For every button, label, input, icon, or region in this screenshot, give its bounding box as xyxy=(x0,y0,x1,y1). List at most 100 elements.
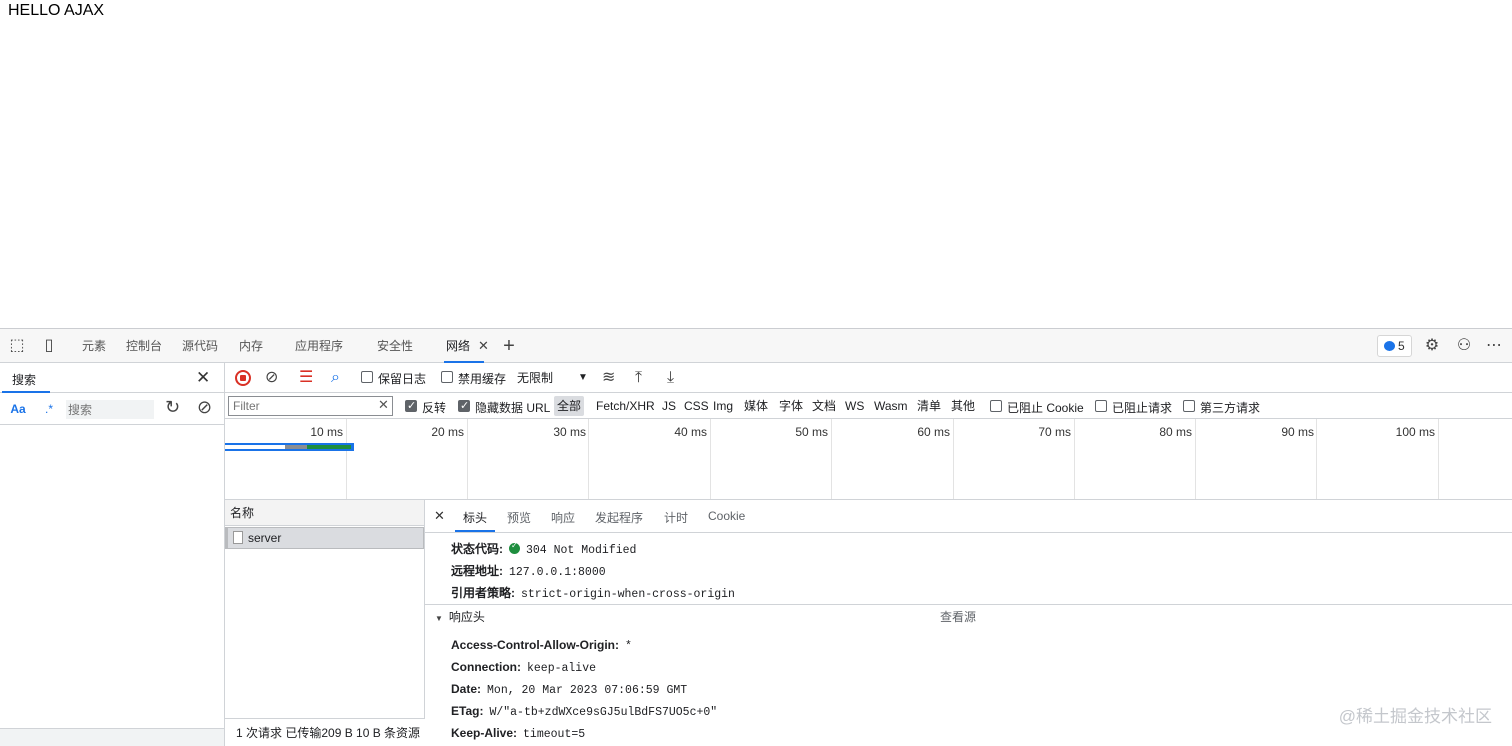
tab-timing[interactable]: 计时 xyxy=(664,509,688,526)
invert-label: 反转 xyxy=(422,401,447,415)
search-panel-title[interactable]: 搜索 xyxy=(1,371,51,393)
timeline-tick: 100 ms xyxy=(1395,425,1435,439)
type-filter-js[interactable]: JS xyxy=(659,396,679,416)
clear-filter-icon[interactable]: ✕ xyxy=(378,397,389,413)
timeline-tick: 40 ms xyxy=(674,425,707,439)
header-status-code: 状态代码: 304 Not Modified xyxy=(451,540,636,557)
timeline-gridline xyxy=(1316,419,1317,499)
type-filter-font[interactable]: 字体 xyxy=(776,396,806,416)
timeline-tick: 10 ms xyxy=(310,425,343,439)
chevron-down-icon[interactable]: ▼ xyxy=(578,368,588,388)
blocked-requests-checkbox[interactable] xyxy=(1095,400,1107,412)
timeline-gridline xyxy=(710,419,711,499)
status-ok-icon xyxy=(509,541,520,554)
hide-data-urls-label: 隐藏数据 URL xyxy=(475,401,551,415)
filter-icon[interactable]: ☰ xyxy=(299,368,313,388)
network-conditions-icon[interactable]: ≋ xyxy=(602,368,615,388)
third-party-checkbox[interactable] xyxy=(1183,400,1195,412)
filter-bar: ✕ 反转 隐藏数据 URL 全部 Fetch/XHR JS CSS Img 媒体… xyxy=(225,393,1512,419)
devtools-panel: ⬚ ▯ 元素 控制台 源代码 内存 应用程序 安全性 网络 ✕ + 5 ⚙ ⚇ … xyxy=(0,328,1512,746)
tab-memory[interactable]: 内存 xyxy=(239,329,263,363)
blocked-cookies-checkbox[interactable] xyxy=(990,400,1002,412)
request-list: 名称 server 1 次请求 已传输209 B 10 B 条资源 xyxy=(225,500,425,746)
header-value: timeout=5 xyxy=(523,728,586,741)
timeline-gridline xyxy=(1074,419,1075,499)
type-filter-other[interactable]: 其他 xyxy=(948,396,978,416)
tab-initiator[interactable]: 发起程序 xyxy=(595,509,643,526)
settings-gear-icon[interactable]: ⚙ xyxy=(1423,337,1441,355)
name-column-header[interactable]: 名称 xyxy=(225,500,424,526)
timeline-gridline xyxy=(1195,419,1196,499)
hide-data-urls-checkbox[interactable] xyxy=(458,399,470,412)
close-details-icon[interactable]: ✕ xyxy=(434,508,445,524)
preserve-log-label: 保留日志 xyxy=(378,372,427,386)
timeline-tick: 70 ms xyxy=(1038,425,1071,439)
response-header-row: Connection: keep-alive xyxy=(451,660,596,675)
tab-console[interactable]: 控制台 xyxy=(126,329,162,363)
close-search-icon[interactable]: ✕ xyxy=(196,368,210,388)
match-case-button[interactable]: Aa xyxy=(4,398,32,420)
clear-icon[interactable]: ⊘ xyxy=(265,368,278,388)
refresh-icon[interactable]: ↻ xyxy=(165,397,180,418)
import-har-icon[interactable]: ⤒ xyxy=(635,368,642,388)
page-heading: HELLO AJAX xyxy=(8,2,105,19)
tab-preview[interactable]: 预览 xyxy=(507,509,531,526)
tab-network[interactable]: 网络 xyxy=(443,329,485,363)
tab-security[interactable]: 安全性 xyxy=(377,329,413,363)
tab-cookies[interactable]: Cookie xyxy=(708,509,745,523)
issues-count: 5 xyxy=(1398,339,1405,353)
type-filter-manifest[interactable]: 清单 xyxy=(914,396,944,416)
tab-sources[interactable]: 源代码 xyxy=(182,329,218,363)
request-row[interactable]: server xyxy=(225,527,424,549)
network-overview-timeline[interactable]: 10 ms 20 ms 30 ms 40 ms 50 ms 60 ms 70 m… xyxy=(225,419,1512,500)
type-filter-doc[interactable]: 文档 xyxy=(809,396,839,416)
type-filter-ws[interactable]: WS xyxy=(842,396,867,416)
add-tab-icon[interactable]: + xyxy=(500,336,518,356)
timeline-download-segment xyxy=(307,445,351,449)
tab-elements[interactable]: 元素 xyxy=(82,329,106,363)
clear-search-icon[interactable]: ⊘ xyxy=(197,397,212,418)
tab-application[interactable]: 应用程序 xyxy=(295,329,343,363)
record-stop-icon[interactable] xyxy=(235,370,251,386)
response-headers-section[interactable]: ▼ 响应头 查看源 xyxy=(425,604,1512,628)
export-har-icon[interactable]: ⤓ xyxy=(667,368,674,388)
more-options-icon[interactable]: ⋯ xyxy=(1485,337,1503,355)
response-headers-title: 响应头 xyxy=(448,610,485,624)
inspect-element-icon[interactable]: ⬚ xyxy=(8,337,26,355)
regex-button[interactable]: .* xyxy=(36,398,62,420)
response-headers-toggle[interactable]: ▼ 响应头 xyxy=(435,605,485,631)
header-value: 127.0.0.1:8000 xyxy=(509,566,606,579)
header-key: 引用者策略: xyxy=(451,586,515,600)
timeline-waiting-segment xyxy=(225,445,285,449)
header-key: Keep-Alive: xyxy=(451,726,518,740)
invert-checkbox[interactable] xyxy=(405,399,417,412)
type-filter-wasm[interactable]: Wasm xyxy=(871,396,911,416)
type-filter-css[interactable]: CSS xyxy=(681,396,712,416)
response-header-row: Keep-Alive: timeout=5 xyxy=(451,726,585,741)
tab-headers[interactable]: 标头 xyxy=(454,509,496,532)
search-icon[interactable]: ⌕ xyxy=(331,368,340,388)
response-header-row: ETag: W/"a-tb+zdWXce9sGJ5ulBdFS7UO5c+0" xyxy=(451,704,717,719)
view-source-link[interactable]: 查看源 xyxy=(940,605,976,629)
filter-input[interactable] xyxy=(228,396,393,416)
timeline-gridline xyxy=(953,419,954,499)
device-toolbar-icon[interactable]: ▯ xyxy=(40,337,58,355)
type-filter-fetch-xhr[interactable]: Fetch/XHR xyxy=(593,396,658,416)
issues-badge[interactable]: 5 xyxy=(1377,335,1412,357)
disable-cache-checkbox[interactable] xyxy=(441,371,453,383)
search-input[interactable] xyxy=(66,400,154,419)
close-tab-icon[interactable]: ✕ xyxy=(478,329,489,363)
response-header-row: Access-Control-Allow-Origin: * xyxy=(451,638,632,653)
timeline-gridline xyxy=(831,419,832,499)
tab-response[interactable]: 响应 xyxy=(551,509,575,526)
type-filter-all[interactable]: 全部 xyxy=(554,396,585,416)
timeline-gridline xyxy=(467,419,468,499)
type-filter-img[interactable]: Img xyxy=(710,396,736,416)
timeline-tick: 20 ms xyxy=(431,425,464,439)
feedback-icon[interactable]: ⚇ xyxy=(1455,337,1473,355)
header-value: Mon, 20 Mar 2023 07:06:59 GMT xyxy=(487,684,688,697)
header-key: Access-Control-Allow-Origin: xyxy=(451,638,620,652)
preserve-log-checkbox[interactable] xyxy=(361,371,373,383)
timeline-tick: 90 ms xyxy=(1281,425,1314,439)
type-filter-media[interactable]: 媒体 xyxy=(741,396,771,416)
